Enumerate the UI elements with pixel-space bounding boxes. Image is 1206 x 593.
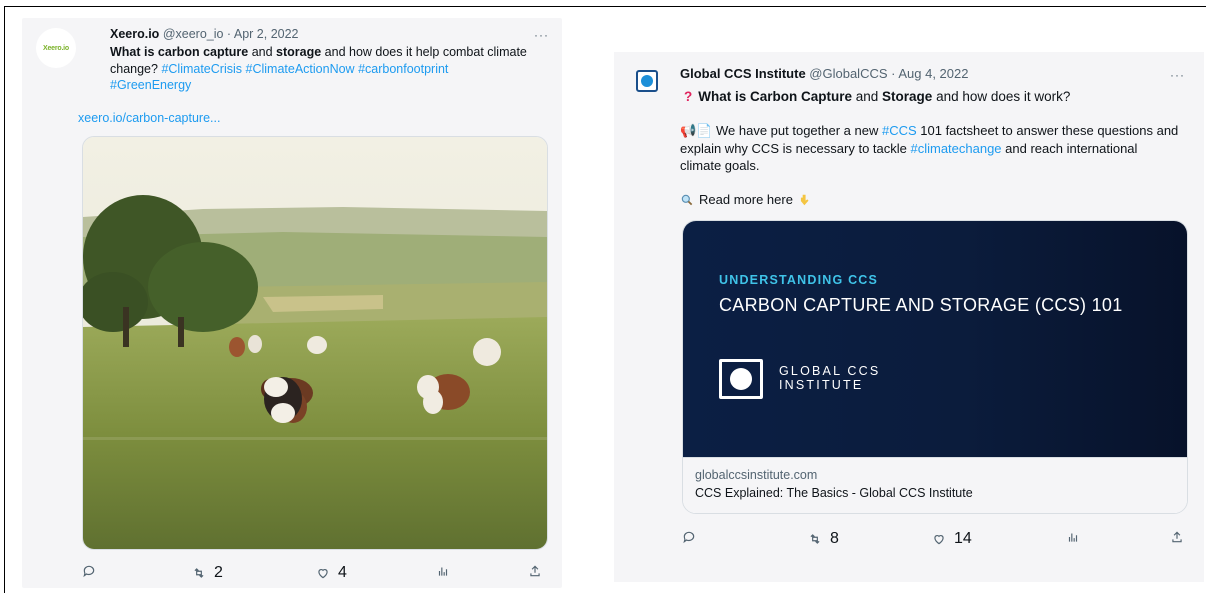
- tweet-text-bold: storage: [276, 45, 322, 59]
- megaphone-document-icon: 📢📄: [680, 123, 713, 138]
- retweet-count: 8: [830, 530, 839, 547]
- like-count: 14: [954, 530, 972, 547]
- frame-border-top: [4, 6, 1206, 7]
- magnifier-icon: [681, 194, 693, 205]
- question-mark-icon: ?: [684, 89, 693, 104]
- more-options-icon[interactable]: ···: [534, 28, 549, 42]
- author-name[interactable]: Xeero.io: [110, 27, 159, 41]
- avatar[interactable]: Xeero.io: [36, 28, 76, 68]
- tweet-global-ccs[interactable]: Global CCS Institute @GlobalCCS · Aug 4,…: [614, 52, 1204, 582]
- link-card[interactable]: UNDERSTANDING CCS CARBON CAPTURE AND STO…: [682, 220, 1188, 514]
- cows-grazing-field-photo: [83, 137, 547, 549]
- share-icon: [530, 565, 540, 577]
- pointing-down-icon: [800, 194, 809, 205]
- retweet-icon: [810, 534, 820, 544]
- card-title: CARBON CAPTURE AND STORAGE (CCS) 101: [719, 295, 1123, 315]
- retweet-button[interactable]: 2: [192, 564, 223, 582]
- reply-icon: [83, 565, 95, 578]
- heart-icon: [318, 569, 328, 579]
- retweet-count: 2: [214, 564, 223, 581]
- hashtag-link[interactable]: #climatechange: [910, 141, 1001, 156]
- views-button[interactable]: [436, 564, 450, 578]
- read-more-text: Read more here: [699, 192, 793, 207]
- avatar-logo-text: Xeero.io: [42, 44, 70, 52]
- reply-icon: [683, 531, 695, 544]
- heart-icon: [934, 535, 944, 545]
- hashtag-link[interactable]: #ClimateActionNow: [246, 62, 355, 76]
- retweet-button[interactable]: 8: [808, 530, 839, 548]
- tweet-text-span: and how does it work?: [932, 89, 1071, 104]
- author-name[interactable]: Global CCS Institute: [680, 66, 806, 81]
- more-options-icon[interactable]: ···: [1170, 68, 1185, 82]
- tweet-text-bold: What is Carbon Capture: [698, 89, 853, 104]
- card-domain: globalccsinstitute.com: [695, 468, 818, 482]
- logo-circle-icon: [730, 368, 752, 390]
- tweet-header: Xeero.io @xeero_io · Apr 2, 2022: [110, 26, 540, 43]
- card-image: UNDERSTANDING CCS CARBON CAPTURE AND STO…: [683, 221, 1187, 457]
- tweet-text: 📢📄 We have put together a new #CCS 101 f…: [680, 122, 1180, 175]
- retweet-icon: [194, 568, 204, 578]
- tweet-text-span: and: [248, 45, 277, 59]
- tweet-text-bold: What is carbon capture: [110, 45, 249, 59]
- tweet-link[interactable]: xeero.io/carbon-capture...: [78, 111, 220, 125]
- ccs-logo-icon: [641, 75, 653, 87]
- tweet-text-bold: Storage: [882, 89, 933, 104]
- tweet-text-span: and: [852, 89, 883, 104]
- tweet-header: Global CCS Institute @GlobalCCS · Aug 4,…: [680, 66, 1160, 81]
- tweet-text-span: We have put together a new: [712, 123, 882, 138]
- card-footer: globalccsinstitute.com CCS Explained: Th…: [683, 457, 1187, 513]
- like-button[interactable]: 4: [316, 564, 347, 582]
- hashtag-link[interactable]: #ClimateCrisis: [161, 62, 242, 76]
- views-button[interactable]: [1066, 530, 1080, 544]
- like-button[interactable]: 14: [932, 530, 972, 548]
- hashtag-link[interactable]: #GreenEnergy: [110, 78, 191, 92]
- share-button[interactable]: [1170, 530, 1184, 544]
- tweet-text: What is carbon capture and storage and h…: [110, 44, 550, 94]
- like-count: 4: [338, 564, 347, 581]
- hashtag-link[interactable]: #carbonfootprint: [358, 62, 448, 76]
- share-button[interactable]: [528, 564, 542, 578]
- author-handle-date[interactable]: @xeero_io · Apr 2, 2022: [163, 27, 299, 41]
- tweet-photo-cows[interactable]: [82, 136, 548, 550]
- frame-border-left: [4, 6, 5, 593]
- global-ccs-logo-icon: [719, 359, 763, 399]
- avatar[interactable]: [636, 70, 658, 92]
- bar-chart-icon: [1068, 533, 1078, 542]
- reply-button[interactable]: [682, 530, 704, 544]
- read-more-line: Read more here: [680, 192, 812, 207]
- reply-button[interactable]: [82, 564, 104, 578]
- logo-line-2: INSTITUTE: [779, 378, 864, 392]
- logo-line-1: GLOBAL CCS: [779, 364, 881, 378]
- tweet-xeero[interactable]: Xeero.io Xeero.io @xeero_io · Apr 2, 202…: [22, 18, 562, 588]
- card-headline: CCS Explained: The Basics - Global CCS I…: [695, 486, 973, 500]
- hashtag-link[interactable]: #CCS: [882, 123, 917, 138]
- author-handle-date[interactable]: @GlobalCCS · Aug 4, 2022: [809, 66, 968, 81]
- bar-chart-icon: [438, 567, 448, 576]
- logo-wordmark: GLOBAL CCS INSTITUTE: [779, 364, 880, 392]
- card-kicker: UNDERSTANDING CCS: [719, 273, 879, 287]
- tweet-question: ? What is Carbon Capture and Storage and …: [684, 88, 1070, 106]
- share-icon: [1172, 531, 1182, 543]
